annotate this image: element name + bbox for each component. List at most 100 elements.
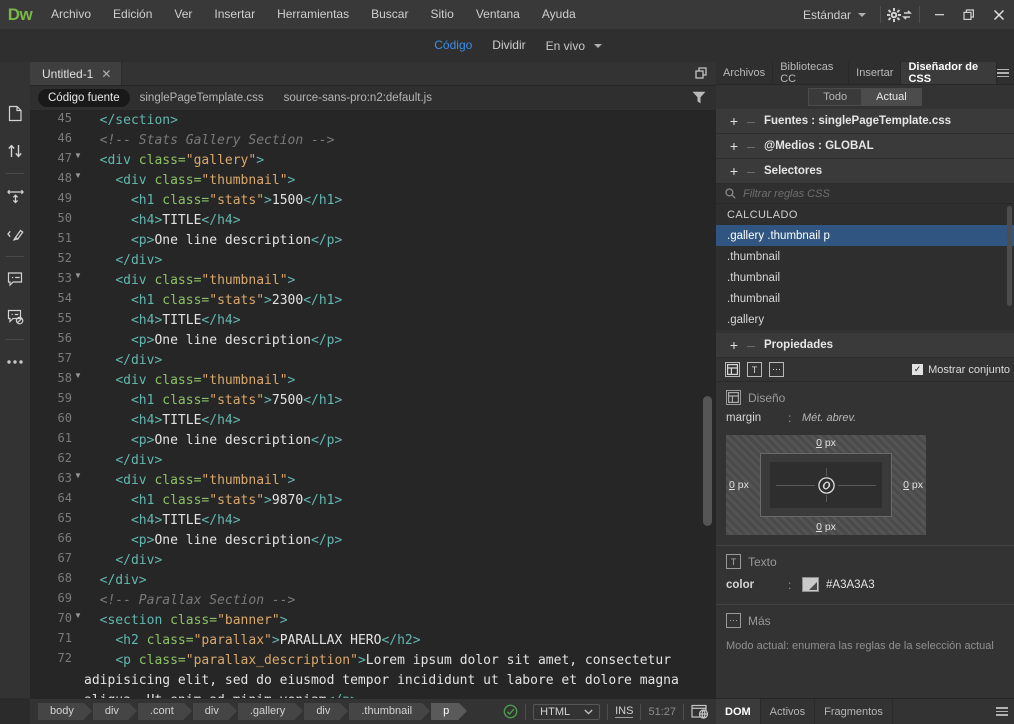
code-line[interactable]: 67 </div>	[30, 551, 716, 571]
doctype-select[interactable]: HTML	[533, 704, 600, 720]
minimize-button[interactable]	[924, 0, 954, 29]
remove-property-icon[interactable]: –	[742, 338, 760, 352]
fold-toggle-icon[interactable]: ▼	[72, 271, 84, 291]
preview-in-browser-icon[interactable]	[691, 704, 710, 720]
selector-item-thumbnail-3[interactable]: .thumbnail	[716, 288, 1014, 309]
fold-toggle-icon[interactable]: ▼	[72, 371, 84, 391]
selector-item-gallery[interactable]: .gallery	[716, 309, 1014, 330]
document-tab-untitled-1[interactable]: Untitled-1 ✕	[30, 62, 122, 85]
maximize-button[interactable]	[954, 0, 984, 29]
link-icon[interactable]	[815, 476, 838, 495]
tab-codigo[interactable]: Código	[424, 29, 482, 62]
code-line-content[interactable]: </div>	[84, 251, 716, 271]
code-line[interactable]: 50 <h4>TITLE</h4>	[30, 211, 716, 231]
code-line[interactable]: 56 <p>One line description</p>	[30, 331, 716, 351]
menu-herramientas[interactable]: Herramientas	[266, 0, 360, 29]
more-options-icon[interactable]	[0, 343, 30, 381]
scope-todo-button[interactable]: Todo	[808, 88, 861, 106]
code-line-content[interactable]: <div class="thumbnail">	[84, 171, 716, 191]
code-vertical-scrollbar[interactable]	[703, 396, 712, 526]
code-line[interactable]: 63▼ <div class="thumbnail">	[30, 471, 716, 491]
restore-down-button[interactable]	[695, 62, 716, 85]
tag-selector-p[interactable]: p	[431, 703, 459, 720]
menu-archivo[interactable]: Archivo	[40, 0, 102, 29]
code-line[interactable]: 52 </div>	[30, 251, 716, 271]
code-line[interactable]: 57 </div>	[30, 351, 716, 371]
code-line[interactable]: 58▼ <div class="thumbnail">	[30, 371, 716, 391]
code-line[interactable]: 51 <p>One line description</p>	[30, 231, 716, 251]
menu-edicion[interactable]: Edición	[102, 0, 163, 29]
code-line[interactable]: 54 <h1 class="stats">2300</h1>	[30, 291, 716, 311]
code-line[interactable]: 48▼ <div class="thumbnail">	[30, 171, 716, 191]
remove-media-icon[interactable]: –	[742, 139, 760, 153]
code-line-content[interactable]: </div>	[84, 571, 716, 591]
tag-selector-div[interactable]: div	[193, 703, 229, 720]
add-property-icon[interactable]: +	[726, 338, 742, 352]
margin-top-value[interactable]: 0 px	[816, 437, 836, 449]
code-line-content[interactable]: <p>One line description</p>	[84, 231, 716, 251]
code-line[interactable]: 60 <h4>TITLE</h4>	[30, 411, 716, 431]
tag-selector-div[interactable]: div	[93, 703, 129, 720]
insert-mode-indicator[interactable]: INS	[615, 705, 633, 718]
code-line-content[interactable]: </div>	[84, 451, 716, 471]
media-value[interactable]: GLOBAL	[825, 140, 874, 152]
code-line[interactable]: 49 <h1 class="stats">1500</h1>	[30, 191, 716, 211]
code-line-content[interactable]: <h1 class="stats">2300</h1>	[84, 291, 716, 311]
related-file-source[interactable]: Código fuente	[38, 89, 130, 107]
code-line[interactable]: 70▼ <section class="banner">	[30, 611, 716, 631]
menu-ayuda[interactable]: Ayuda	[531, 0, 587, 29]
filter-icon[interactable]	[692, 91, 706, 104]
code-line[interactable]: 62 </div>	[30, 451, 716, 471]
tab-en-vivo[interactable]: En vivo	[536, 29, 608, 62]
selectors-scrollbar[interactable]	[1007, 206, 1012, 306]
add-selector-icon[interactable]: +	[726, 164, 742, 178]
layout-icon[interactable]	[725, 362, 740, 377]
related-file-css[interactable]: singlePageTemplate.css	[130, 89, 274, 107]
gear-sync-button[interactable]	[885, 0, 915, 29]
code-line-content[interactable]: <section class="banner">	[84, 611, 716, 631]
remove-source-icon[interactable]: –	[742, 114, 760, 128]
remove-selector-icon[interactable]: –	[742, 164, 760, 178]
code-line-content[interactable]: <div class="thumbnail">	[84, 271, 716, 291]
code-line-content[interactable]: <h4>TITLE</h4>	[84, 411, 716, 431]
code-line[interactable]: 59 <h1 class="stats">7500</h1>	[30, 391, 716, 411]
add-comment-icon[interactable]	[0, 260, 30, 298]
code-line[interactable]: 68 </div>	[30, 571, 716, 591]
tag-selector-class-cont[interactable]: .cont	[138, 703, 184, 720]
code-line-content[interactable]: <p>One line description</p>	[84, 531, 716, 551]
code-line[interactable]: 64 <h1 class="stats">9870</h1>	[30, 491, 716, 511]
sort-icon[interactable]	[0, 132, 30, 170]
menu-sitio[interactable]: Sitio	[419, 0, 464, 29]
menu-ver[interactable]: Ver	[163, 0, 203, 29]
code-line-content[interactable]: <h4>TITLE</h4>	[84, 211, 716, 231]
format-source-code-icon[interactable]	[0, 177, 30, 215]
fold-toggle-icon[interactable]: ▼	[72, 611, 84, 631]
code-line[interactable]: 45 </section>	[30, 111, 716, 131]
menu-ventana[interactable]: Ventana	[465, 0, 531, 29]
code-line-content[interactable]: <div class="gallery">	[84, 151, 716, 171]
add-media-icon[interactable]: +	[726, 139, 742, 153]
selector-item-thumbnail-2[interactable]: .thumbnail	[716, 267, 1014, 288]
tab-insertar[interactable]: Insertar	[849, 62, 901, 84]
tab-activos[interactable]: Activos	[761, 699, 815, 724]
selector-item-thumbnail-1[interactable]: .thumbnail	[716, 246, 1014, 267]
code-line[interactable]: 65 <h4>TITLE</h4>	[30, 511, 716, 531]
selector-item-gallery-thumbnail-p[interactable]: .gallery .thumbnail p	[716, 225, 1014, 246]
close-button[interactable]	[984, 0, 1014, 29]
code-line[interactable]: 66 <p>One line description</p>	[30, 531, 716, 551]
code-line-content[interactable]: <!-- Stats Gallery Section -->	[84, 131, 716, 151]
related-file-js[interactable]: source-sans-pro:n2:default.js	[274, 89, 442, 107]
tab-fragmentos[interactable]: Fragmentos	[815, 699, 893, 724]
tab-dividir[interactable]: Dividir	[482, 29, 535, 62]
color-value[interactable]: #A3A3A3	[826, 579, 875, 591]
tag-selector-div[interactable]: div	[304, 703, 340, 720]
panel-menu-icon[interactable]	[996, 699, 1014, 724]
code-line-content[interactable]: <h1 class="stats">1500</h1>	[84, 191, 716, 211]
code-line-content[interactable]: <!-- Parallax Section -->	[84, 591, 716, 611]
code-editor[interactable]: 45 </section>46 <!-- Stats Gallery Secti…	[30, 111, 716, 698]
margin-right-value[interactable]: 0 px	[903, 479, 923, 491]
margin-shorthand-input[interactable]: Mét. abrev.	[802, 412, 856, 424]
more-icon[interactable]: ⋯	[769, 362, 784, 377]
fold-toggle-icon[interactable]: ▼	[72, 171, 84, 191]
code-line-content[interactable]: <h4>TITLE</h4>	[84, 311, 716, 331]
